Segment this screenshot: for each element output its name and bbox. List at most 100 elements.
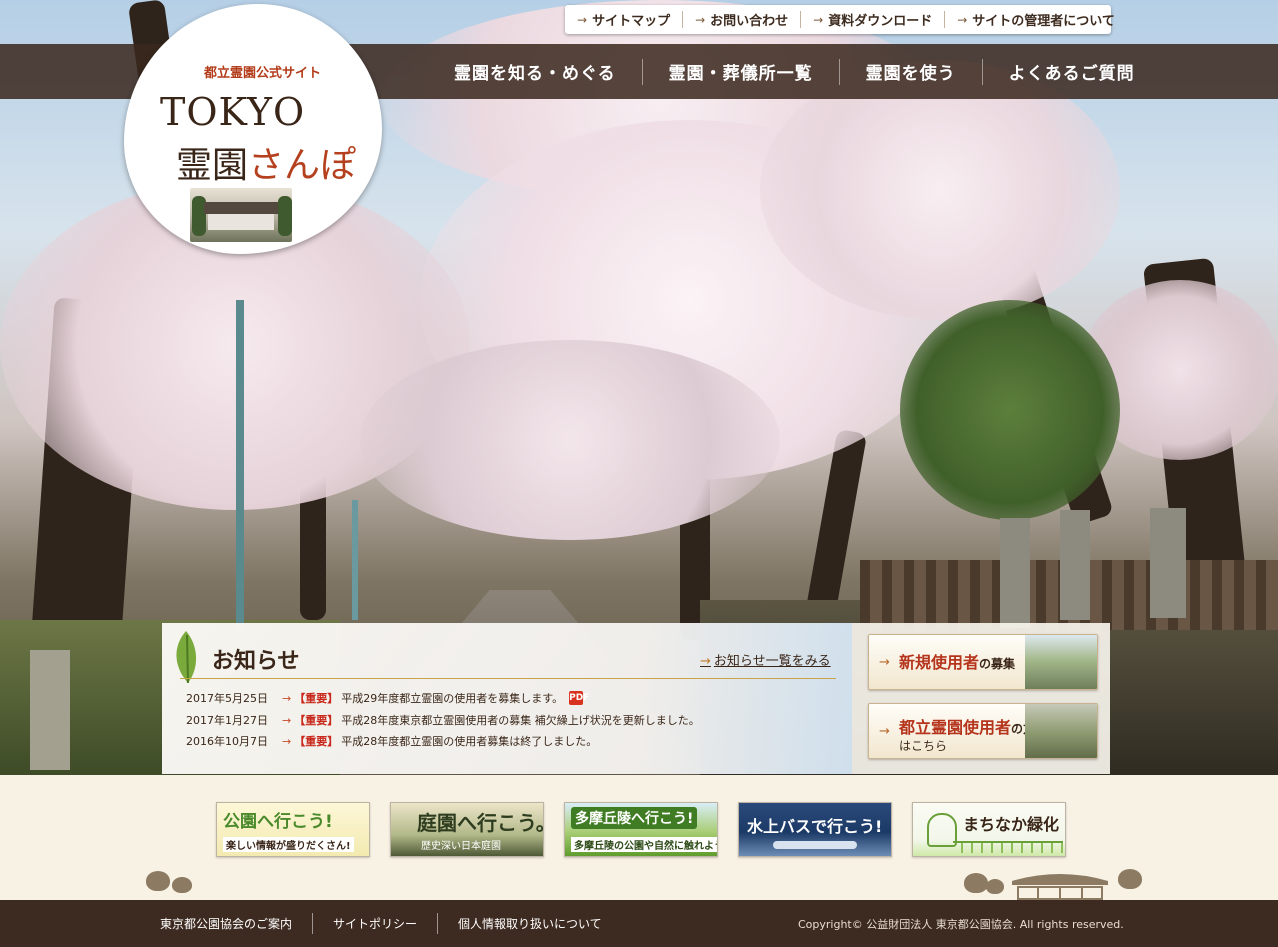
banner-title: まちなか緑化: [963, 815, 1060, 834]
banner-subtitle: 歴史深い日本庭園: [421, 841, 501, 852]
building-roof: [204, 202, 278, 214]
building-icon: [1012, 874, 1108, 900]
banner-water-bus[interactable]: 水上バスで行こう!: [738, 802, 892, 857]
arrow-right-icon: →: [700, 654, 711, 669]
arrow-right-icon: →: [282, 734, 292, 748]
banner-subtitle: 楽しい情報が盛りだくさん!: [223, 837, 354, 852]
util-link-admin[interactable]: → サイトの管理者について: [944, 11, 1127, 29]
banner-town-greening[interactable]: まちなか緑化: [912, 802, 1066, 857]
util-link-label: サイトの管理者について: [972, 14, 1115, 29]
logo-title-en: TOKYO: [160, 90, 306, 134]
tree-icon: [172, 877, 192, 893]
util-link-sitemap[interactable]: → サイトマップ: [565, 11, 682, 30]
banner-title: 庭園へ行こう。: [417, 811, 544, 835]
banner-gardens[interactable]: 庭園へ行こう。 歴史深い日本庭園: [390, 802, 544, 857]
banner-title: 水上バスで行こう!: [747, 817, 883, 836]
logo-title-jp-2: さんぽ: [248, 145, 357, 186]
news-more-label: お知らせ一覧をみる: [713, 654, 831, 669]
footer-link-privacy[interactable]: 個人情報取り扱いについて: [437, 913, 622, 934]
side-button-main: 都立霊園使用者の方: [899, 714, 1035, 738]
util-link-label: お問い合わせ: [710, 14, 789, 29]
blossom-cluster: [760, 60, 1120, 320]
tree-shape: [278, 196, 292, 236]
stone-lantern: [1060, 510, 1090, 620]
nav-item-explore[interactable]: 霊園を知る・めぐる: [428, 59, 642, 85]
util-link-label: サイトマップ: [592, 14, 671, 29]
utility-nav: → サイトマップ → お問い合わせ → 資料ダウンロード → サイトの管理者につ…: [565, 5, 1115, 34]
util-link-label: 資料ダウンロード: [828, 14, 933, 29]
side-button-main-text: 都立霊園使用者: [899, 718, 1012, 737]
new-applicants-button[interactable]: → 新規使用者の募集: [868, 634, 1098, 690]
divider: [180, 678, 836, 679]
footer: 東京都公園協会のご案内 サイトポリシー 個人情報取り扱いについて Copyrig…: [0, 900, 1278, 947]
town-illustration: [953, 841, 1063, 853]
logo-building-image: [190, 188, 292, 242]
news-panel: お知らせ → お知らせ一覧をみる 2017年5月25日 → 【重要】 平成29年度…: [162, 623, 852, 774]
nav-item-use[interactable]: 霊園を使う: [838, 58, 982, 85]
arrow-right-icon: →: [879, 724, 890, 739]
stone-lantern: [1150, 508, 1186, 618]
news-item: 2017年5月25日 → 【重要】 平成29年度都立霊園の使用者を募集します。 …: [186, 689, 589, 707]
tree-icon: [964, 873, 988, 893]
news-tag: 【重要】: [294, 735, 339, 748]
boat-icon: [773, 841, 857, 849]
building-wall: [208, 214, 274, 230]
news-link[interactable]: 平成29年度都立霊園の使用者を募集します。: [341, 690, 563, 706]
banner-tama-hills[interactable]: 多摩丘陵へ行こう! 多摩丘陵の公園や自然に触れよう!: [564, 802, 718, 857]
side-button-sub: はこちら: [899, 739, 948, 753]
nav-item-faq[interactable]: よくあるご質問: [981, 58, 1161, 85]
green-foliage: [900, 300, 1120, 520]
news-date: 2017年1月27日: [186, 714, 268, 727]
footer-link-about[interactable]: 東京都公園協会のご案内: [140, 913, 312, 934]
logo-subtitle: 都立霊園公式サイト: [204, 66, 322, 81]
logo-title-jp-1: 霊園: [176, 145, 249, 186]
current-users-button[interactable]: → 都立霊園使用者の方 はこちら: [868, 703, 1098, 759]
news-title: お知らせ: [212, 648, 300, 674]
side-button-main: 新規使用者の募集: [899, 649, 1015, 673]
util-link-download[interactable]: → 資料ダウンロード: [800, 11, 944, 29]
news-date: 2017年5月25日: [186, 692, 268, 705]
logo-title-jp: 霊園さんぽ: [176, 136, 356, 188]
banner-strip: 公園へ行こう! 楽しい情報が盛りだくさん! 庭園へ行こう。 歴史深い日本庭園 多…: [0, 775, 1278, 900]
arrow-right-icon: →: [695, 12, 706, 27]
leaf-icon: [176, 631, 197, 684]
news-tag: 【重要】: [294, 714, 339, 727]
arrow-right-icon: →: [282, 713, 292, 727]
news-tag: 【重要】: [294, 692, 339, 705]
cemetery-photo: [1025, 704, 1097, 758]
news-date: 2016年10月7日: [186, 735, 268, 748]
side-button-main-text: 新規使用者: [899, 653, 980, 672]
banner-title: 公園へ行こう!: [223, 812, 333, 832]
arrow-right-icon: →: [577, 12, 588, 27]
nav-item-cemetery-list[interactable]: 霊園・葬儀所一覧: [641, 58, 839, 85]
cemetery-photo: [1025, 635, 1097, 689]
lamp-post: [236, 300, 244, 630]
main-nav: 霊園を知る・めぐる 霊園・葬儀所一覧 霊園を使う よくあるご質問: [428, 44, 1161, 99]
news-link[interactable]: 平成28年度東京都立霊園使用者の募集 補欠繰上げ状況を更新しました。: [341, 712, 700, 728]
banner-parks[interactable]: 公園へ行こう! 楽しい情報が盛りだくさん!: [216, 802, 370, 857]
arrow-right-icon: →: [813, 12, 824, 27]
side-panel: → 新規使用者の募集 → 都立霊園使用者の方 はこちら: [852, 623, 1110, 774]
blossom-cluster: [360, 340, 780, 540]
copyright: Copyright© 公益財団法人 東京都公園協会. All rights re…: [798, 918, 1124, 931]
news-link[interactable]: 平成28年度都立霊園の使用者募集は終了しました。: [341, 733, 597, 749]
side-button-small-text: の募集: [979, 657, 1016, 671]
tree-icon: [146, 871, 170, 891]
lamp-post: [352, 500, 358, 620]
news-more-link[interactable]: → お知らせ一覧をみる: [700, 650, 831, 669]
arrow-right-icon: →: [879, 655, 890, 670]
stone-lantern: [1000, 518, 1030, 628]
tree-icon: [986, 879, 1004, 894]
arrow-right-icon: →: [282, 691, 292, 705]
banner-title: 多摩丘陵へ行こう!: [571, 807, 698, 829]
arrow-right-icon: →: [957, 12, 968, 27]
banner-subtitle: 多摩丘陵の公園や自然に触れよう!: [571, 837, 717, 852]
footer-links: 東京都公園協会のご案内 サイトポリシー 個人情報取り扱いについて: [140, 913, 622, 934]
tree-icon: [1118, 869, 1142, 889]
util-link-contact[interactable]: → お問い合わせ: [682, 11, 800, 29]
footer-link-policy[interactable]: サイトポリシー: [312, 913, 437, 934]
news-item: 2017年1月27日 → 【重要】 平成28年度東京都立霊園使用者の募集 補欠繰…: [186, 711, 700, 729]
pdf-icon[interactable]: PDF: [569, 691, 589, 705]
news-item: 2016年10月7日 → 【重要】 平成28年度都立霊園の使用者募集は終了しまし…: [186, 732, 597, 750]
stone-lantern: [30, 650, 70, 770]
